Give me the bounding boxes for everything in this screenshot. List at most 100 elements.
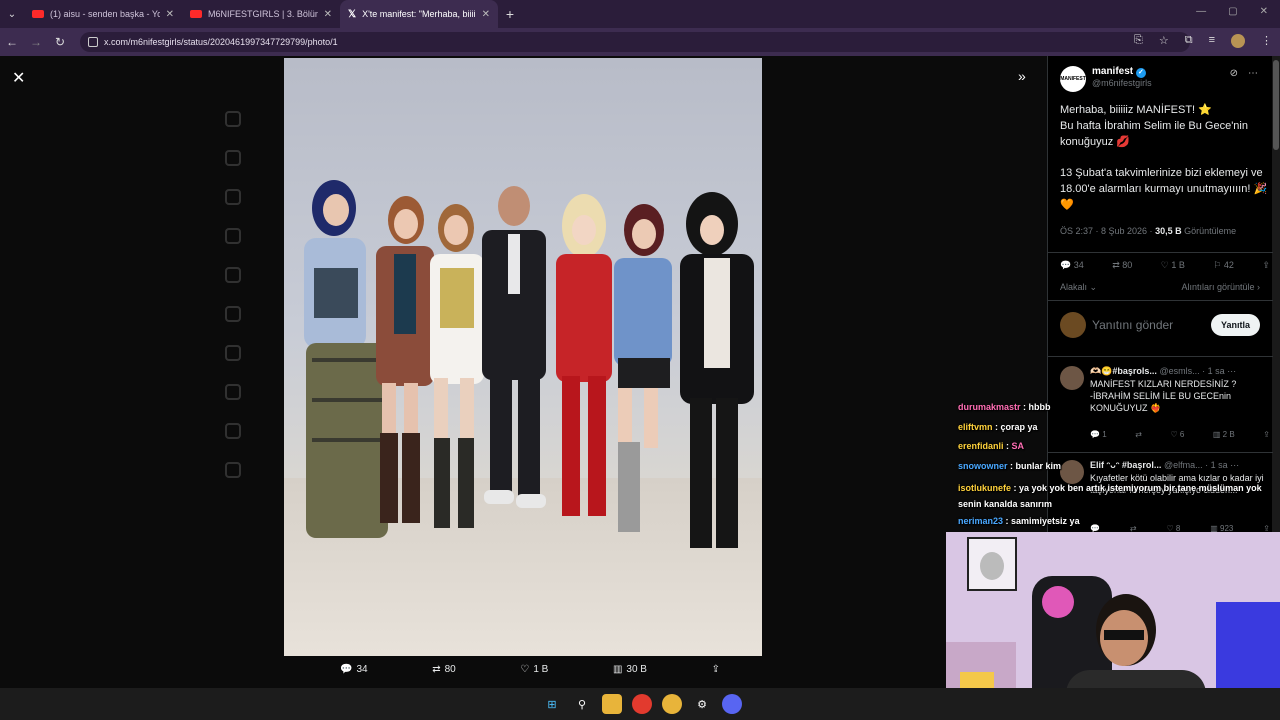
search-icon[interactable]: ⚲	[572, 694, 592, 714]
tab-youtube-aisu[interactable]: (1) aisu - senden başka - YouTu ✕	[24, 0, 182, 28]
chrome-active-icon[interactable]	[662, 694, 682, 714]
tweet-photo[interactable]	[284, 58, 762, 656]
view-count: 30 B	[626, 664, 647, 675]
close-tab-icon[interactable]: ✕	[324, 9, 332, 20]
tab-x-manifest[interactable]: 𝕏 X'te manifest: "Merhaba, biiiiiz ✕	[340, 0, 498, 28]
chat-text: bunlar kim	[1015, 460, 1062, 471]
photo-reply-button[interactable]: 💬 34	[340, 664, 368, 675]
tweet-paragraph: Merhaba, biiiiiz MANİFEST! ⭐	[1060, 104, 1212, 116]
avatar[interactable]	[1060, 366, 1084, 390]
faded-nav-item	[225, 267, 241, 283]
collapse-panel-icon[interactable]: »	[1018, 68, 1026, 84]
site-info-icon[interactable]	[88, 37, 98, 47]
tweet-meta: ÖS 2:37 · 8 Şub 2026 · 30,5 B Görüntülem…	[1060, 226, 1236, 236]
like-count: 1 B	[1171, 260, 1185, 270]
windows-start-icon[interactable]: ⊞	[542, 694, 562, 714]
file-explorer-icon[interactable]	[602, 694, 622, 714]
views-icon: ▥	[612, 664, 623, 675]
chat-username: durumakmastr	[958, 402, 1021, 412]
tweet-views-label: Görüntüleme	[1184, 226, 1237, 236]
faded-nav-item	[225, 189, 241, 205]
tab-bar: ⌄ (1) aisu - senden başka - YouTu ✕ M6NI…	[0, 0, 1280, 28]
media-icon[interactable]: ≡	[1209, 34, 1215, 48]
minimize-icon[interactable]: —	[1196, 6, 1206, 17]
faded-nav-item	[225, 228, 241, 244]
reply-time: · 1 sa	[1202, 366, 1225, 376]
chat-message: isotlukunefe : ya yok yok ben artık iste…	[958, 483, 1262, 509]
like-button[interactable]: ♡ 1 B	[1161, 260, 1185, 271]
close-tab-icon[interactable]: ✕	[166, 9, 174, 20]
repost-count: 80	[444, 664, 456, 675]
verified-badge-icon: ✓	[1135, 68, 1146, 78]
bookmark-button[interactable]: ⚐ 42	[1213, 260, 1234, 271]
menu-icon[interactable]: ⋮	[1261, 34, 1272, 48]
chat-text: hbbb	[1028, 402, 1051, 412]
related-dropdown[interactable]: Alakalı ⌄	[1060, 282, 1097, 293]
view-quotes-link[interactable]: Alıntıları görüntüle ›	[1181, 282, 1260, 293]
author-handle[interactable]: @m6nifestgirls	[1092, 78, 1152, 88]
photo-views-button[interactable]: ▥ 30 B	[613, 664, 647, 675]
reply-submit-button[interactable]: Yanıtla	[1210, 314, 1260, 336]
close-tab-icon[interactable]: ✕	[482, 9, 490, 20]
divider	[1048, 300, 1273, 301]
like-count: 1 B	[533, 664, 549, 675]
reload-icon[interactable]: ↻	[48, 35, 72, 49]
photo-like-button[interactable]: ♡ 1 B	[520, 664, 548, 675]
back-icon[interactable]: ←	[0, 35, 24, 49]
reply-composer: Yanıtını gönder Yanıtla	[1060, 312, 1260, 338]
share-icon: ⇪	[711, 664, 720, 675]
photo-repost-button[interactable]: ⇄ 80	[432, 664, 456, 675]
settings-icon[interactable]: ⚙	[692, 694, 712, 714]
close-window-icon[interactable]: ✕	[1260, 6, 1268, 17]
divider	[1048, 356, 1273, 357]
photo-share-button[interactable]: ⇪	[712, 664, 720, 675]
forward-icon[interactable]: →	[24, 35, 48, 49]
tweet-timestamp[interactable]: ÖS 2:37 · 8 Şub 2026 ·	[1060, 226, 1153, 236]
tab-title: X'te manifest: "Merhaba, biiiiiz	[362, 9, 476, 19]
tab-search-button[interactable]: ⌄	[0, 0, 24, 28]
stream-chat-overlay: durumakmastr : hbbb eliftvmn : çorap ya …	[958, 402, 1280, 536]
reply-author-name[interactable]: 🫶🏻😁#başrols...	[1090, 366, 1157, 376]
reply-button[interactable]: 💬 34	[1060, 260, 1084, 271]
grok-icon[interactable]: ⊘	[1230, 68, 1238, 79]
extensions-icon[interactable]: ⧉	[1185, 34, 1193, 48]
reply-author-handle[interactable]: @esmls...	[1159, 366, 1199, 376]
more-options-icon[interactable]: ⋯	[1248, 68, 1258, 79]
chat-message: eliftvmn : çorap ya	[958, 421, 1038, 432]
reply-input[interactable]: Yanıtını gönder	[1092, 318, 1205, 332]
repost-button[interactable]: ⇄ 80	[1112, 260, 1132, 271]
faded-nav-item	[225, 111, 241, 127]
url-input[interactable]: x.com/m6nifestgirls/status/2020461997347…	[80, 32, 1190, 52]
tab-youtube-manifest[interactable]: M6NIFESTGIRLS | 3. Bölüm - Yo ✕	[182, 0, 340, 28]
author-avatar[interactable]: MANIFEST	[1060, 66, 1086, 92]
close-viewer-icon[interactable]: ✕	[12, 68, 25, 88]
author-name[interactable]: manifest	[1092, 66, 1133, 77]
scrollbar-thumb[interactable]	[1273, 60, 1279, 150]
tab-title: M6NIFESTGIRLS | 3. Bölüm - Yo	[208, 9, 318, 19]
maximize-icon[interactable]: ▢	[1228, 6, 1237, 17]
faded-nav-item	[225, 150, 241, 166]
install-app-icon[interactable]: ⎘	[1134, 34, 1143, 48]
chrome-icon[interactable]	[632, 694, 652, 714]
profile-avatar[interactable]	[1231, 34, 1245, 48]
repost-icon: ⇄	[432, 664, 441, 675]
bookmark-star-icon[interactable]: ☆	[1159, 34, 1169, 48]
discord-icon[interactable]	[722, 694, 742, 714]
faded-nav-item	[225, 306, 241, 322]
tweet-top-icons: ⊘ ⋯	[1230, 68, 1258, 79]
chat-username: erenfidanli	[958, 441, 1004, 451]
quotes-label: Alıntıları görüntüle	[1181, 282, 1255, 292]
chat-text: çorap ya	[1000, 421, 1038, 432]
chat-message: snowowner : bunlar kim	[958, 460, 1062, 471]
avatar	[1060, 312, 1086, 338]
address-bar-row: ← → ↻ x.com/m6nifestgirls/status/2020461…	[0, 28, 1280, 56]
share-button[interactable]: ⇪	[1262, 260, 1270, 271]
more-options-icon[interactable]: ⋯	[1227, 366, 1236, 376]
youtube-icon	[32, 10, 44, 18]
faded-nav-item	[225, 462, 241, 478]
faded-nav-item	[225, 384, 241, 400]
chat-username: neriman23	[958, 516, 1004, 526]
new-tab-button[interactable]: +	[498, 6, 522, 22]
tweet-author[interactable]: MANIFEST manifest ✓ @m6nifestgirls	[1060, 66, 1152, 92]
heart-icon: ♡	[520, 664, 530, 675]
